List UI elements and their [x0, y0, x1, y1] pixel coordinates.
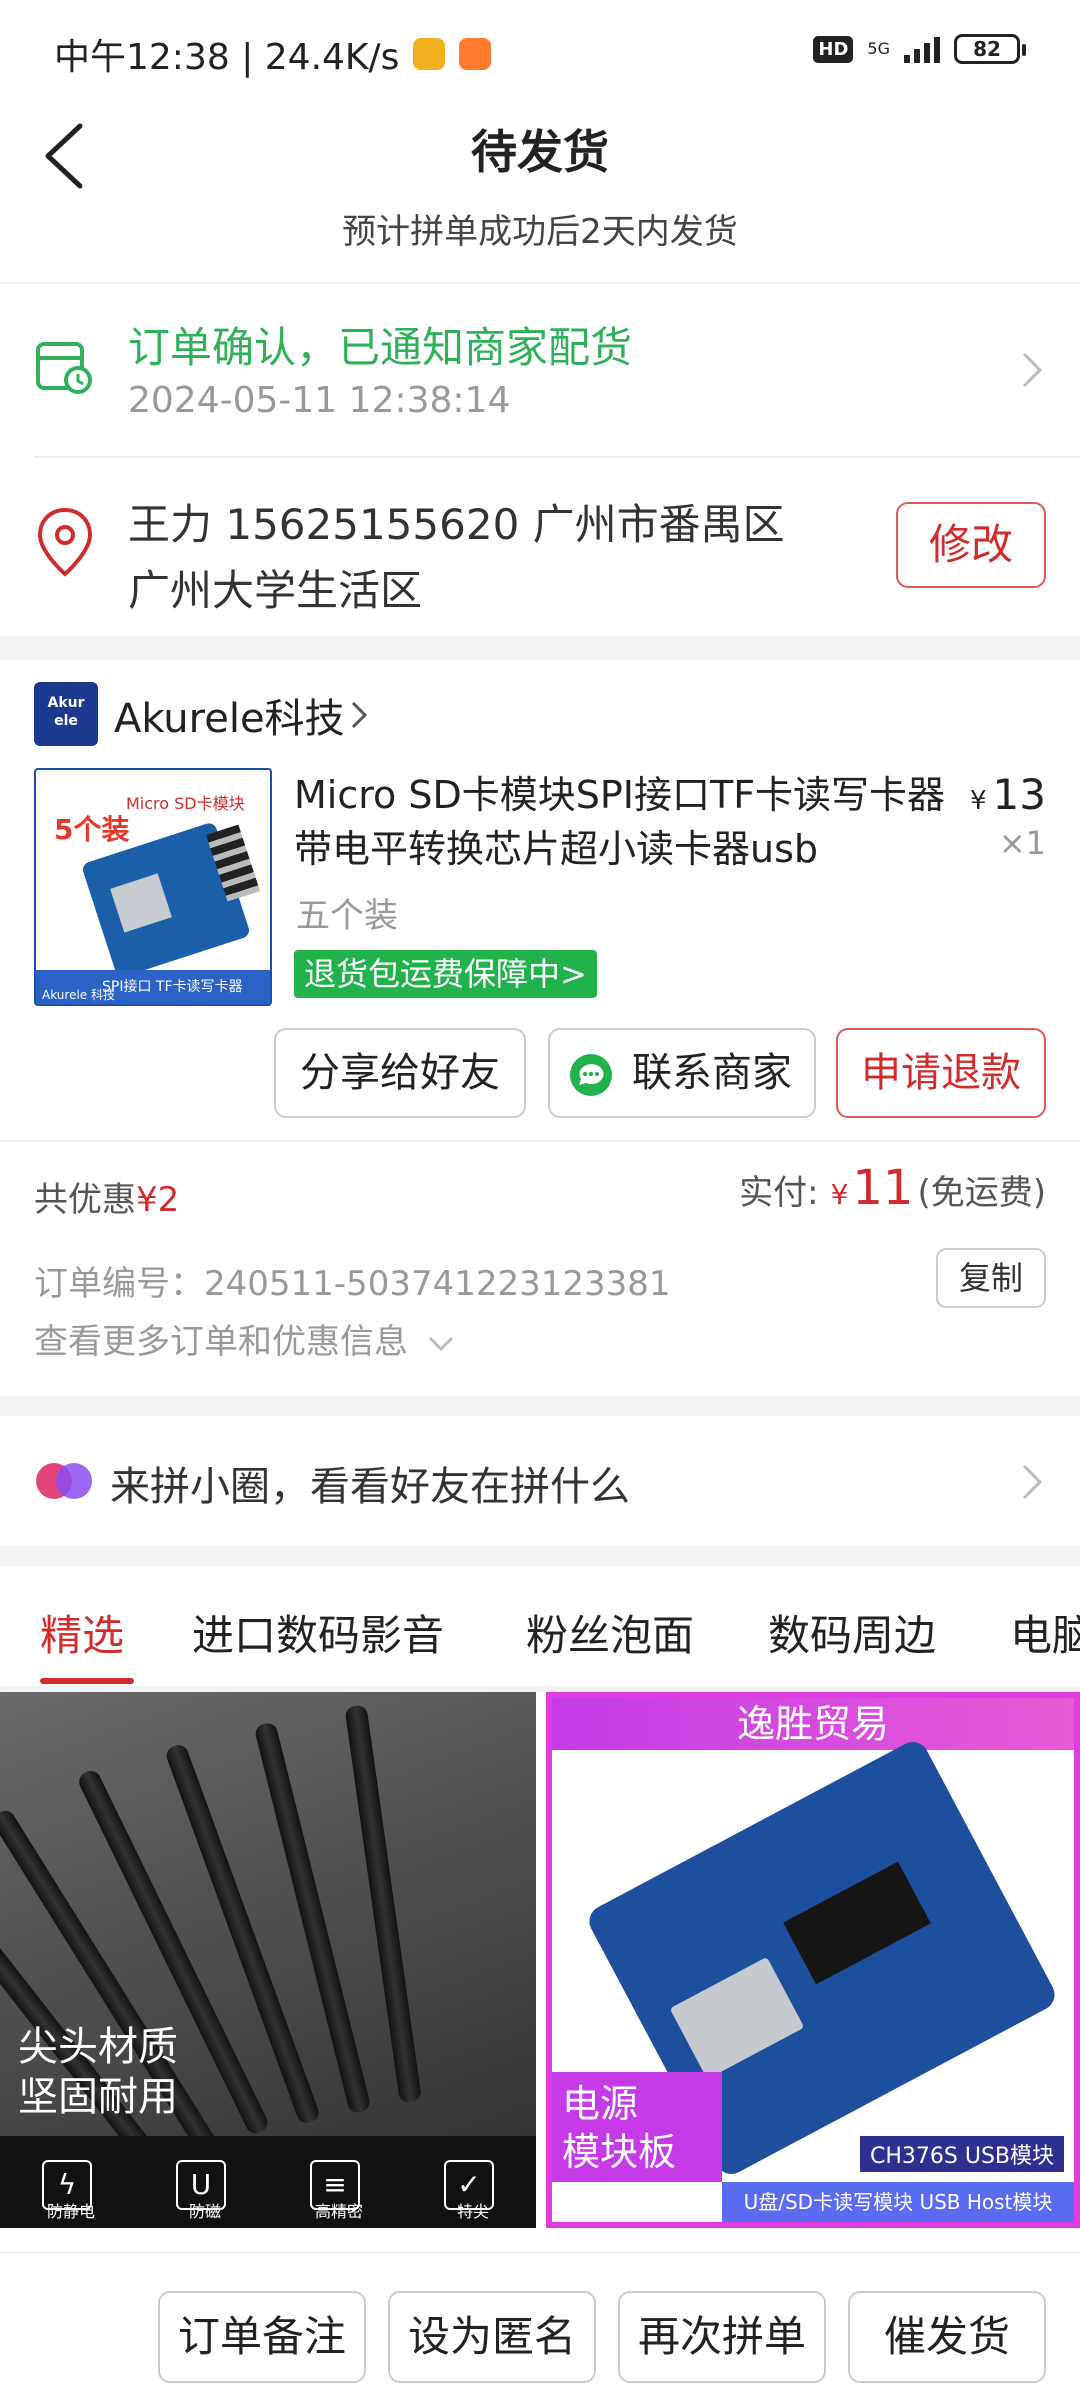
- address-row: 王力 15625155620 广州市番禺区 广州大学生活区 修改: [0, 458, 1080, 636]
- category-tabs: 精选 进口数码影音 粉丝泡面 数码周边 电脑: [0, 1566, 1080, 1686]
- order-card: Akur ele Akurele科技 Micro SD卡模块 5个装 SPI接口…: [0, 660, 1080, 1396]
- order-number: 订单编号：240511-503741223123381: [34, 1264, 671, 1304]
- address-text: 王力 15625155620 广州市番禺区 广州大学生活区: [128, 492, 828, 624]
- calendar-clock-icon: [36, 342, 92, 394]
- contact-seller-label: 联系商家: [632, 1050, 792, 1096]
- thumb-count: 5个装: [54, 813, 130, 846]
- feed-item-usb-module[interactable]: 逸胜贸易 电源 模块板 CH376S USB模块 U盘/SD卡读写模块 USB …: [546, 1692, 1080, 2228]
- status-right: HD 5G 82: [813, 34, 1026, 64]
- paid-label: 实付:: [739, 1173, 819, 1213]
- more-order-info-link[interactable]: 查看更多订单和优惠信息: [34, 1314, 455, 1363]
- paid-amount: 11: [852, 1160, 914, 1216]
- return-shipping-badge[interactable]: 退货包运费保障中>: [294, 950, 597, 998]
- feature-label: 高精密: [314, 2202, 363, 2221]
- price-value: 13: [992, 770, 1046, 819]
- product-price: ¥13: [970, 770, 1046, 819]
- edit-address-button[interactable]: 修改: [896, 502, 1046, 588]
- tab-computer[interactable]: 电脑: [1010, 1602, 1080, 1663]
- product-spec: 五个装: [296, 896, 398, 936]
- share-button[interactable]: 分享给好友: [274, 1028, 526, 1118]
- chat-icon: [570, 1054, 612, 1096]
- contact-seller-button[interactable]: 联系商家: [548, 1028, 816, 1118]
- price-symbol: ¥: [970, 786, 987, 816]
- taobao-icon: [459, 38, 492, 70]
- paid-symbol: ¥: [830, 1178, 849, 1211]
- address-line2: 广州大学生活区: [128, 566, 423, 615]
- battery-icon: 82: [954, 34, 1026, 64]
- tab-imported-digital-av[interactable]: 进口数码影音: [192, 1602, 444, 1663]
- store-banner: 逸胜贸易: [552, 1698, 1074, 1750]
- signal-icon: [904, 35, 940, 63]
- active-tab-indicator: [40, 1678, 134, 1684]
- copy-order-number-button[interactable]: 复制: [936, 1248, 1046, 1308]
- friends-circle-text: 来拼小圈，看看好友在拼什么: [110, 1464, 630, 1510]
- chevron-right-icon: [1022, 352, 1043, 388]
- product-title[interactable]: Micro SD卡模块SPI接口TF卡读写卡器带电平转换芯片超小读卡器usb: [294, 768, 954, 876]
- recommendation-feed: 尖头材质 坚固耐用 ϟ U ≡ ✓ 防静电 防磁 高精密 特尖 逸胜贸易 电源 …: [0, 1692, 1080, 2252]
- regroup-button[interactable]: 再次拼单: [618, 2291, 826, 2383]
- status-time-speed: 中午12:38 | 24.4K/s: [54, 37, 400, 78]
- order-status-row[interactable]: 订单确认，已通知商家配货 2024-05-11 12:38:14: [0, 284, 1080, 456]
- module-footer: U盘/SD卡读写模块 USB Host模块: [722, 2182, 1074, 2222]
- power-module-label: 电源 模块板: [552, 2072, 722, 2182]
- order-status-time: 2024-05-11 12:38:14: [128, 380, 511, 421]
- overlay-line1: 尖头材质: [18, 2024, 178, 2070]
- feed-item-overlay-text: 尖头材质 坚固耐用: [18, 2022, 178, 2122]
- refund-button[interactable]: 申请退款: [836, 1028, 1046, 1118]
- feature-label: 特尖: [456, 2202, 489, 2221]
- module-name: CH376S USB模块: [859, 2136, 1064, 2172]
- shop-logo: Akur ele: [34, 682, 98, 746]
- set-anonymous-button[interactable]: 设为匿名: [388, 2291, 596, 2383]
- paid-note: (免运费): [917, 1173, 1046, 1213]
- network-type: 5G: [867, 39, 890, 58]
- chevron-down-icon: [428, 1336, 453, 1351]
- feature-labels: 防静电 防磁 高精密 特尖: [0, 2198, 536, 2222]
- overlay-line2: 坚固耐用: [18, 2074, 178, 2120]
- friends-circle-row[interactable]: 来拼小圈，看看好友在拼什么: [0, 1416, 1080, 1546]
- feature-label: 防磁: [188, 2202, 221, 2221]
- tweezer-shape: [344, 1704, 422, 2104]
- power-module-line2: 模块板: [562, 2130, 677, 2174]
- hd-icon: HD: [813, 35, 854, 63]
- chevron-right-icon: [351, 701, 368, 729]
- product-quantity: ×1: [998, 824, 1046, 862]
- discount-summary: 共优惠¥2: [34, 1172, 179, 1221]
- order-status-card: 订单确认，已通知商家配货 2024-05-11 12:38:14 王力 1562…: [0, 284, 1080, 636]
- tab-digital-accessories[interactable]: 数码周边: [768, 1602, 936, 1663]
- order-status-title: 订单确认，已通知商家配货: [128, 323, 633, 372]
- page-title: 待发货: [471, 125, 609, 179]
- tab-featured[interactable]: 精选: [40, 1602, 124, 1663]
- location-pin-icon: [37, 507, 93, 577]
- more-order-info-label: 查看更多订单和优惠信息: [34, 1322, 408, 1362]
- friends-circle-icon: [36, 1463, 92, 1499]
- status-left: 中午12:38 | 24.4K/s: [54, 28, 492, 80]
- thumb-title: Micro SD卡模块: [126, 794, 245, 813]
- product-thumbnail[interactable]: Micro SD卡模块 5个装 SPI接口 TF卡读写卡器 Akurele 科技: [34, 768, 272, 1006]
- discount-value: ¥2: [136, 1180, 180, 1220]
- chevron-right-icon: [1022, 1464, 1043, 1500]
- address-line1: 王力 15625155620 广州市番禺区: [128, 500, 785, 549]
- shop-name[interactable]: Akurele科技: [114, 686, 345, 744]
- tab-fan-noodles[interactable]: 粉丝泡面: [526, 1602, 694, 1663]
- page-subtitle: 预计拼单成功后2天内发货: [342, 212, 738, 252]
- status-bar: 中午12:38 | 24.4K/s HD 5G 82: [0, 0, 1080, 96]
- paid-summary: 实付: ¥ 11 (免运费): [739, 1160, 1046, 1216]
- feed-item-tweezers[interactable]: 尖头材质 坚固耐用 ϟ U ≡ ✓ 防静电 防磁 高精密 特尖: [0, 1692, 536, 2228]
- power-module-line1: 电源: [562, 2082, 639, 2126]
- discount-label: 共优惠: [34, 1180, 136, 1220]
- order-note-button[interactable]: 订单备注: [158, 2291, 366, 2383]
- divider: [0, 1140, 1080, 1142]
- feature-label: 防静电: [46, 2202, 95, 2221]
- page-header: 待发货 预计拼单成功后2天内发货: [0, 96, 1080, 282]
- thumb-brand: Akurele 科技: [42, 988, 115, 1002]
- weibo-icon: [413, 38, 446, 70]
- urge-shipping-button[interactable]: 催发货: [848, 2291, 1046, 2383]
- bottom-action-bar: 订单备注 设为匿名 再次拼单 催发货: [0, 2252, 1080, 2400]
